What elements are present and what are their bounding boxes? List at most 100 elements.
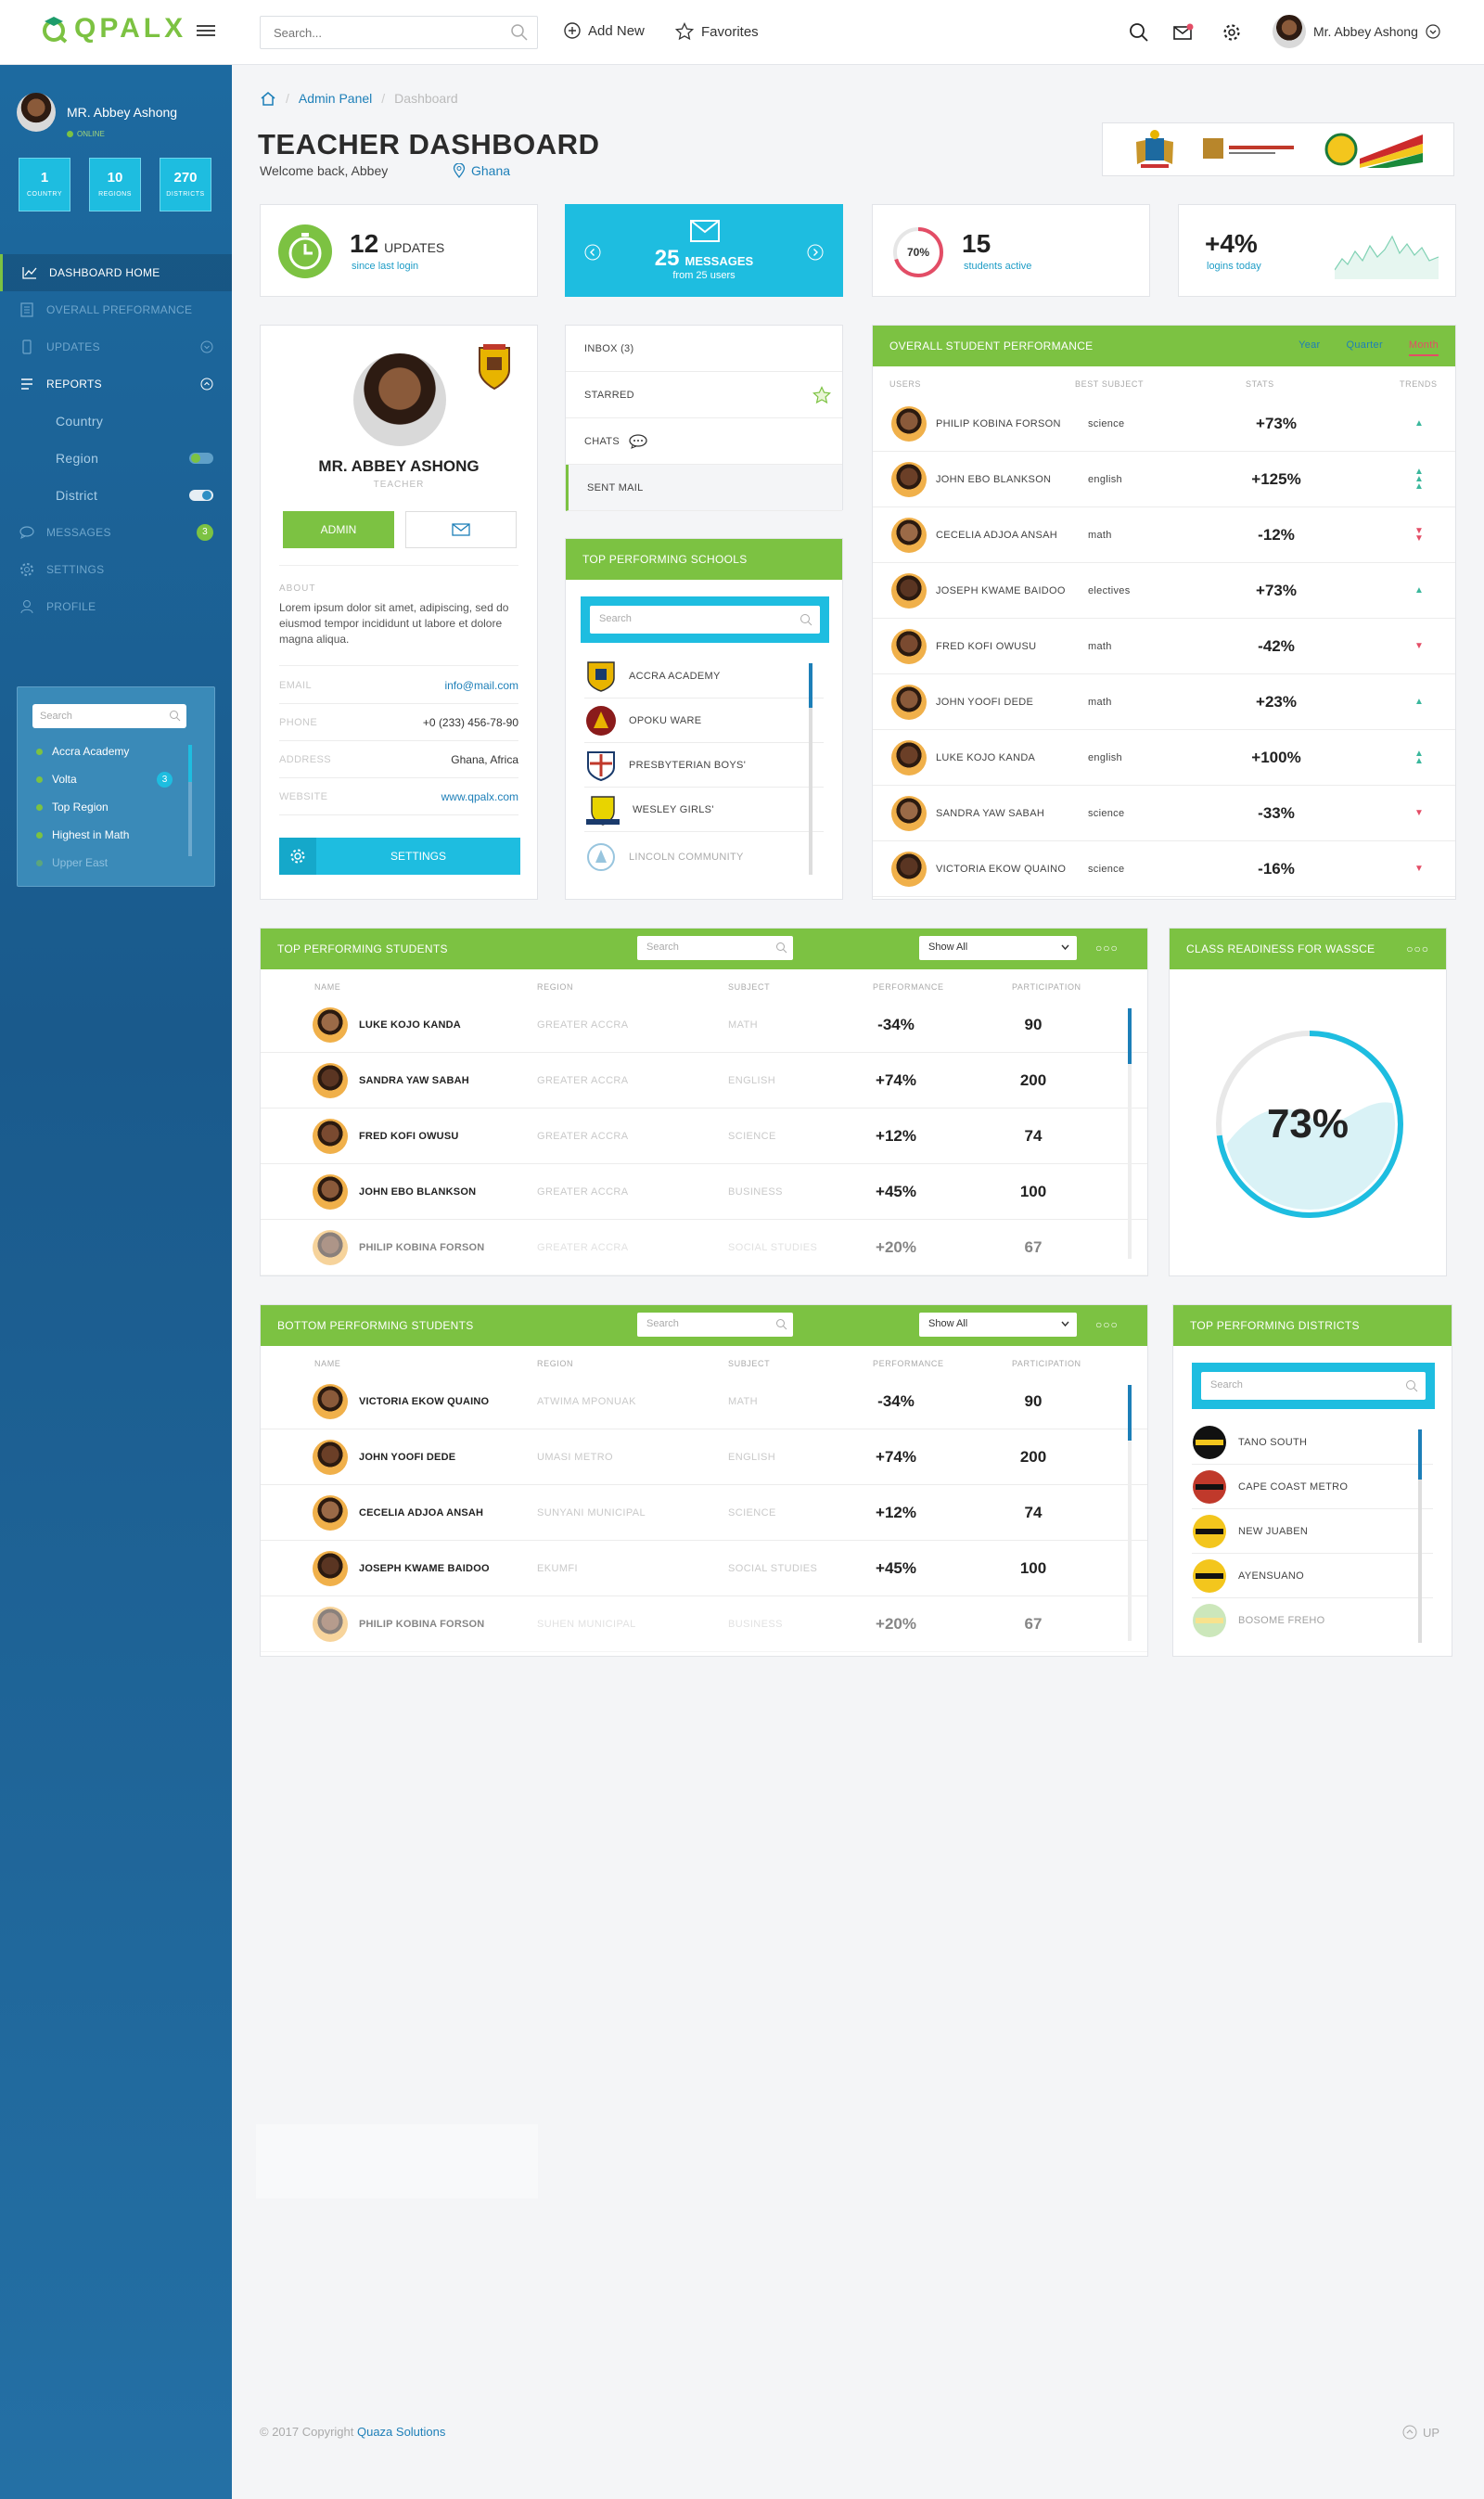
app-logo[interactable]: QPALX bbox=[41, 13, 186, 45]
sidebar-item-dashboard-home[interactable]: DASHBOARD HOME bbox=[0, 254, 232, 291]
top-students-filter-select[interactable]: Show All bbox=[919, 936, 1077, 960]
sidebar-item-updates[interactable]: UPDATES bbox=[0, 328, 232, 365]
table-row[interactable]: LUKE KOJO KANDA english +100% ▲ ▲ bbox=[873, 730, 1455, 786]
list-item[interactable]: ACCRA ACADEMY bbox=[584, 654, 824, 698]
table-row[interactable]: VICTORIA EKOW QUAINO ATWIMA MPONUAK MATH -3… bbox=[261, 1374, 1147, 1429]
sidebar-search-input[interactable]: Search bbox=[32, 704, 186, 728]
sidebar-item-profile[interactable]: PROFILE bbox=[0, 588, 232, 625]
top-students-search-input[interactable]: Search bbox=[637, 936, 793, 960]
list-item[interactable]: NEW JUABEN bbox=[1192, 1509, 1433, 1554]
stat-regions[interactable]: 10 REGIONS bbox=[89, 158, 141, 211]
table-row[interactable]: JOHN YOOFI DEDE math +23% ▲ bbox=[873, 674, 1455, 730]
sidebar-item-settings[interactable]: SETTINGS bbox=[0, 551, 232, 588]
search-icon[interactable] bbox=[1129, 22, 1149, 43]
districts-search-input[interactable]: Search bbox=[1201, 1372, 1426, 1400]
list-item[interactable]: AYENSUANO bbox=[1192, 1554, 1433, 1598]
table-row[interactable]: VICTORIA EKOW QUAINO science -16% ▼ bbox=[873, 841, 1455, 897]
home-icon[interactable] bbox=[260, 91, 276, 106]
scrollbar[interactable] bbox=[1128, 1385, 1132, 1641]
district-toggle[interactable] bbox=[189, 490, 213, 501]
tab-quarter[interactable]: Quarter bbox=[1347, 340, 1383, 352]
mailbox-sent[interactable]: SENT MAIL bbox=[566, 465, 842, 511]
mailbox-inbox[interactable]: INBOX (3) bbox=[566, 326, 842, 372]
breadcrumb-admin-panel[interactable]: Admin Panel bbox=[299, 91, 372, 106]
sidebar-item-region[interactable]: Region bbox=[0, 440, 232, 477]
add-new-button[interactable]: Add New bbox=[564, 22, 645, 39]
location[interactable]: Ghana bbox=[453, 163, 510, 178]
tab-year[interactable]: Year bbox=[1298, 340, 1320, 352]
user-name: Mr. Abbey Ashong bbox=[1313, 24, 1418, 39]
table-row[interactable]: CECELIA ADJOA ANSAH math -12% ▼ ▼ bbox=[873, 507, 1455, 563]
sidebar-item-overall-performance[interactable]: OVERALL PREFORMANCE bbox=[0, 291, 232, 328]
user-menu[interactable]: Mr. Abbey Ashong bbox=[1273, 15, 1440, 48]
more-options-icon[interactable]: ○○○ bbox=[1095, 942, 1119, 955]
list-item[interactable]: BOSOME FREHO bbox=[1192, 1598, 1433, 1643]
list-item[interactable]: Upper East bbox=[36, 856, 108, 869]
list-item[interactable]: Highest in Math bbox=[36, 828, 129, 841]
menu-toggle-icon[interactable] bbox=[197, 22, 215, 41]
mail-notification-icon[interactable] bbox=[1173, 22, 1194, 43]
region-toggle[interactable] bbox=[189, 453, 213, 464]
tab-month[interactable]: Month bbox=[1408, 340, 1439, 356]
stat-country[interactable]: 1 COUNTRY bbox=[19, 158, 70, 211]
table-row[interactable]: JOHN YOOFI DEDE UMASI METRO ENGLISH +74% 200 bbox=[261, 1429, 1147, 1485]
bottom-students-filter-select[interactable]: Show All bbox=[919, 1313, 1077, 1337]
table-row[interactable]: SANDRA YAW SABAH GREATER ACCRA ENGLISH +74%… bbox=[261, 1053, 1147, 1109]
settings-button[interactable]: SETTINGS bbox=[279, 838, 520, 875]
mailbox-chats[interactable]: CHATS bbox=[566, 418, 842, 465]
sidebar-item-messages[interactable]: MESSAGES 3 bbox=[0, 514, 232, 551]
table-row[interactable]: JOHN EBO BLANKSON GREATER ACCRA BUSINESS +4… bbox=[261, 1164, 1147, 1220]
list-item[interactable]: OPOKU WARE bbox=[584, 698, 824, 743]
list-item[interactable]: CAPE COAST METRO bbox=[1192, 1465, 1433, 1509]
schools-search-input[interactable]: Search bbox=[590, 606, 820, 634]
more-options-icon[interactable]: ○○○ bbox=[1095, 1318, 1119, 1331]
search-input[interactable] bbox=[260, 16, 538, 49]
list-item[interactable]: Accra Academy bbox=[36, 745, 129, 758]
scrollbar[interactable] bbox=[1128, 1008, 1132, 1259]
message-button[interactable] bbox=[405, 511, 517, 548]
list-item[interactable]: Volta bbox=[36, 773, 77, 786]
table-row[interactable]: JOHN EBO BLANKSON english +125% ▲ ▲ ▲ bbox=[873, 452, 1455, 507]
list-item[interactable]: LINCOLN COMMUNITY bbox=[584, 832, 824, 882]
sidebar-item-reports[interactable]: REPORTS bbox=[0, 365, 232, 403]
list-item[interactable]: WESLEY GIRLS' bbox=[584, 788, 824, 832]
table-row[interactable]: FRED KOFI OWUSU math -42% ▼ bbox=[873, 619, 1455, 674]
table-row[interactable]: LUKE KOJO KANDA GREATER ACCRA MATH -34% 90 bbox=[261, 997, 1147, 1053]
table-row[interactable]: FRED KOFI OWUSU GREATER ACCRA SCIENCE +12% 7… bbox=[261, 1109, 1147, 1164]
email-link[interactable]: info@mail.com bbox=[444, 679, 518, 692]
updates-card[interactable]: 12 UPDATES since last login bbox=[260, 204, 538, 297]
sidebar-item-district[interactable]: District bbox=[0, 477, 232, 514]
table-row[interactable]: PHILIP KOBINA FORSON SUHEN MUNICIPAL BUSIN… bbox=[261, 1596, 1147, 1652]
list-item[interactable]: PRESBYTERIAN BOYS' bbox=[584, 743, 824, 788]
bottom-students-search-input[interactable]: Search bbox=[637, 1313, 793, 1337]
table-row[interactable]: SANDRA YAW SABAH science -33% ▼ bbox=[873, 786, 1455, 841]
scrollbar[interactable] bbox=[1418, 1429, 1422, 1643]
table-row[interactable]: JOSEPH KWAME BAIDOO EKUMFI SOCIAL STUDIES +… bbox=[261, 1541, 1147, 1596]
favorites-button[interactable]: Favorites bbox=[675, 22, 759, 41]
stat-districts[interactable]: 270 DISTRICTS bbox=[160, 158, 211, 211]
mailbox-label: STARRED bbox=[584, 389, 634, 401]
table-row[interactable]: JOSEPH KWAME BAIDOO electives +73% ▲ bbox=[873, 563, 1455, 619]
scroll-up-button[interactable]: UP bbox=[1402, 2425, 1439, 2440]
sidebar-user[interactable]: MR. Abbey Ashong bbox=[17, 93, 177, 132]
admin-button[interactable]: ADMIN bbox=[283, 511, 394, 548]
company-link[interactable]: Quaza Solutions bbox=[357, 2425, 445, 2439]
logins-card[interactable]: +4% logins today bbox=[1178, 204, 1456, 297]
more-options-icon[interactable]: ○○○ bbox=[1406, 942, 1429, 955]
table-row[interactable]: CECELIA ADJOA ANSAH SUNYANI MUNICIPAL SCIE… bbox=[261, 1485, 1147, 1541]
sidebar-item-country[interactable]: Country bbox=[0, 403, 232, 440]
table-row[interactable]: PHILIP KOBINA FORSON science +73% ▲ bbox=[873, 396, 1455, 452]
mailbox-starred[interactable]: STARRED bbox=[566, 372, 842, 418]
list-item[interactable]: TANO SOUTH bbox=[1192, 1420, 1433, 1465]
scrollbar[interactable] bbox=[188, 745, 192, 856]
active-students-card[interactable]: 70% 15 students active bbox=[872, 204, 1150, 297]
website-link[interactable]: www.qpalx.com bbox=[441, 790, 518, 803]
messages-card[interactable]: 25 MESSAGES from 25 users bbox=[565, 204, 843, 297]
gear-icon[interactable] bbox=[1222, 22, 1242, 43]
scrollbar[interactable] bbox=[809, 663, 812, 875]
table-row[interactable]: PHILIP KOBINA FORSON GREATER ACCRA SOCIAL … bbox=[261, 1220, 1147, 1275]
chevron-right-icon[interactable] bbox=[807, 244, 824, 261]
list-item[interactable]: Top Region bbox=[36, 801, 109, 814]
mailbox-label: INBOX (3) bbox=[584, 342, 634, 354]
search-icon[interactable] bbox=[510, 23, 529, 42]
